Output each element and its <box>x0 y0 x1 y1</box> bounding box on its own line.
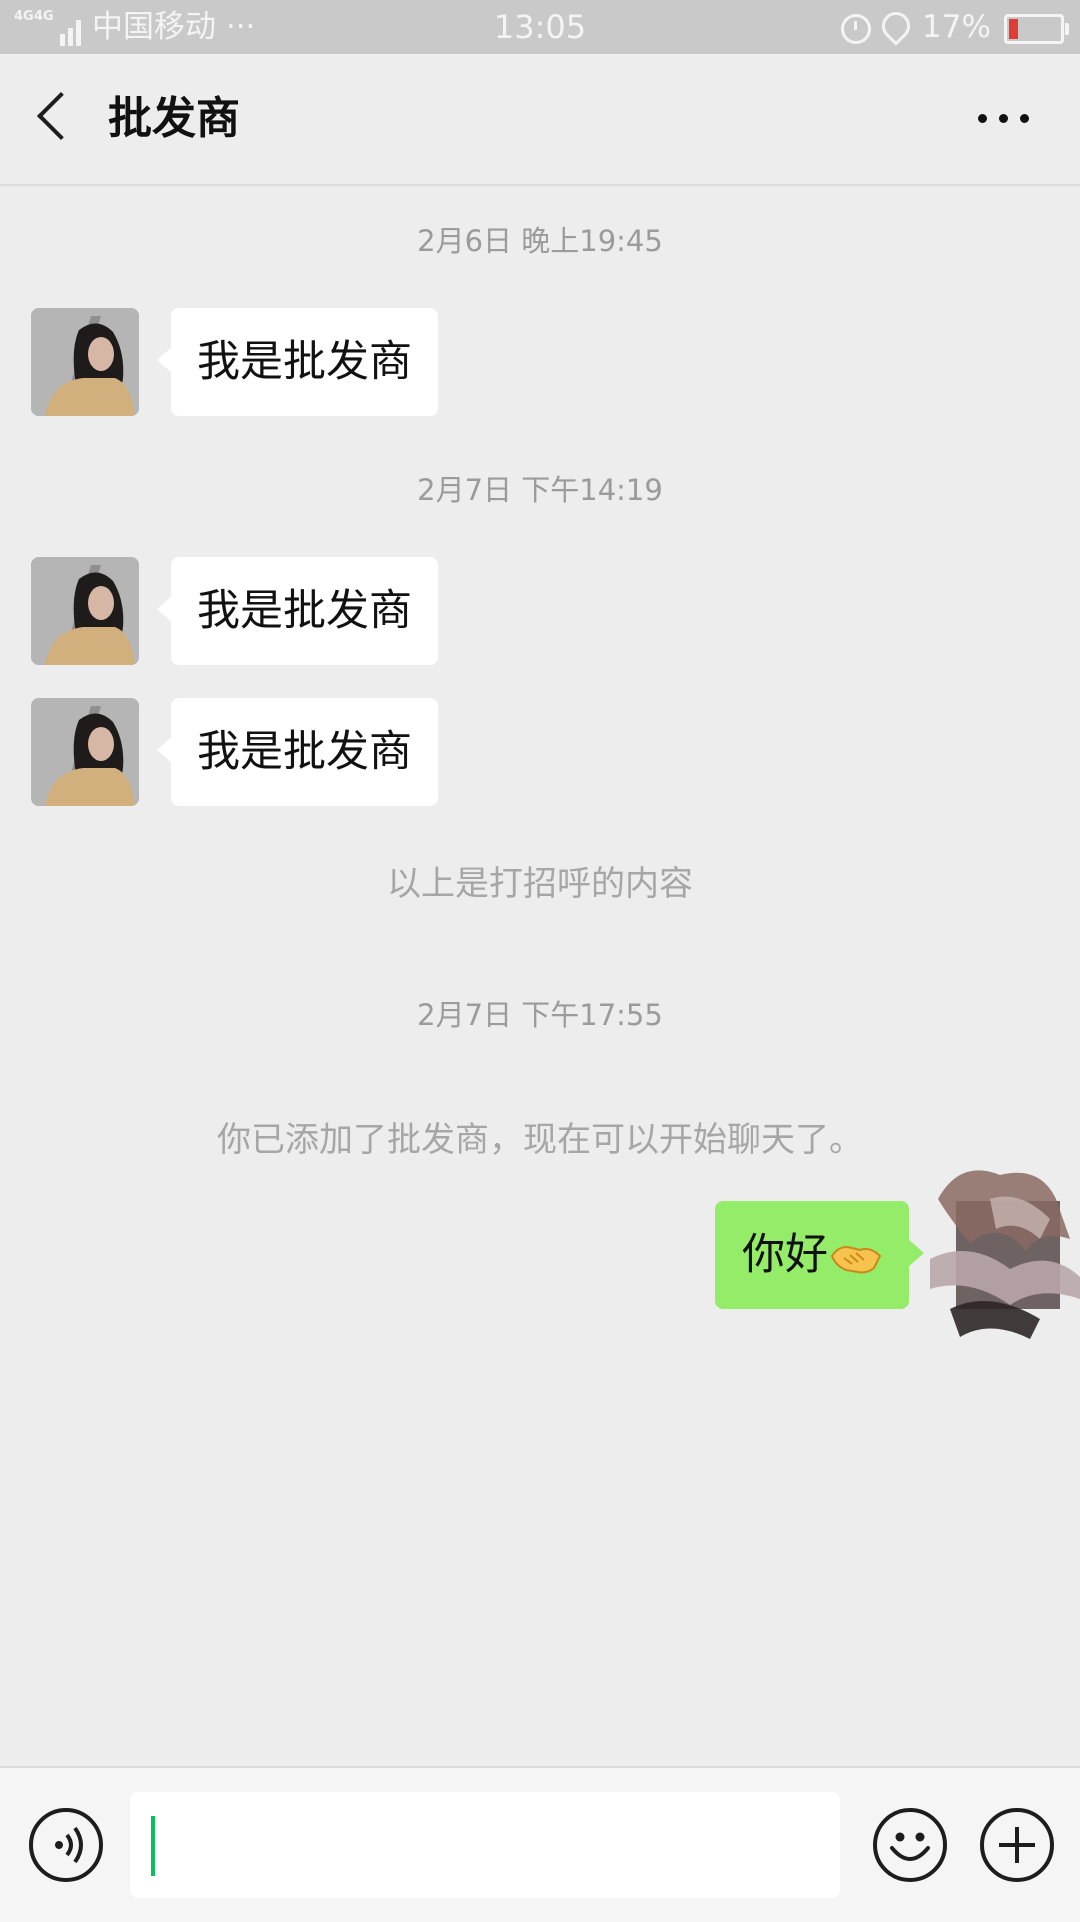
smiley-icon[interactable] <box>873 1808 947 1882</box>
incoming-message-bubble[interactable]: 我是批发商 <box>157 698 438 806</box>
message-row: 你好 <box>0 1170 1080 1339</box>
chevron-left-icon[interactable] <box>36 91 86 141</box>
battery-level-fill <box>1009 19 1018 39</box>
message-input[interactable] <box>130 1792 840 1898</box>
system-message: 你已添加了批发商，现在可以开始聊天了。 <box>217 1120 863 1160</box>
message-row: 我是批发商 <box>0 308 1080 418</box>
input-bar <box>0 1766 1080 1922</box>
avatar[interactable] <box>31 557 139 665</box>
voice-icon[interactable] <box>29 1808 103 1882</box>
incoming-message-bubble[interactable]: 我是批发商 <box>157 557 438 665</box>
plus-circle-icon[interactable] <box>980 1808 1054 1882</box>
avatar-self[interactable] <box>930 1159 1080 1339</box>
greeting-note: 以上是打招呼的内容 <box>387 864 693 904</box>
status-bar: 4G 4G 中国移动 ··· 13:05 17% <box>0 0 1080 54</box>
message-row: 我是批发商 <box>0 698 1080 808</box>
outgoing-message-bubble[interactable]: 你好 <box>715 1201 924 1309</box>
message-timestamp: 2月7日 下午14:19 <box>417 473 663 507</box>
avatar[interactable] <box>31 698 139 806</box>
status-time: 13:05 <box>493 8 587 46</box>
more-dots-icon[interactable] <box>978 114 1030 124</box>
handshake-emoji <box>830 1245 882 1273</box>
battery-icon <box>1004 14 1069 44</box>
text-cursor <box>151 1816 155 1876</box>
chat-title: 批发商 <box>108 93 240 144</box>
message-timestamp: 2月7日 下午17:55 <box>417 998 663 1032</box>
alarm-icon <box>841 14 871 44</box>
chat-header: 批发商 <box>0 54 1080 186</box>
avatar[interactable] <box>31 308 139 416</box>
battery-percentage: 17% <box>922 9 991 45</box>
message-row: 我是批发商 <box>0 557 1080 667</box>
incoming-message-bubble[interactable]: 我是批发商 <box>157 308 438 416</box>
outgoing-message-text: 你好 <box>742 1230 828 1280</box>
message-timestamp: 2月6日 晚上19:45 <box>417 224 663 258</box>
